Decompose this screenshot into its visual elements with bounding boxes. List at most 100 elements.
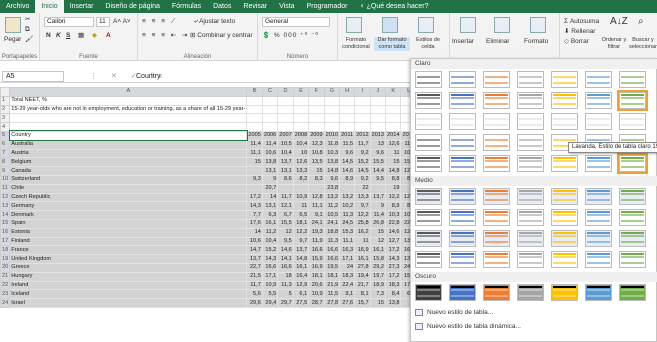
cell[interactable]: [354, 95, 371, 106]
ribbon-tab[interactable]: ♀ ¿Qué desea hacer?: [353, 0, 434, 13]
row-header[interactable]: 5: [0, 130, 11, 141]
cell[interactable]: [323, 104, 341, 115]
table-style-swatch[interactable]: [617, 90, 648, 111]
data-cell[interactable]: 8,3: [308, 174, 325, 185]
subtitle-cell[interactable]: 15-29 year-olds who are not in employmen…: [9, 104, 248, 115]
delete-cells-icon[interactable]: [494, 17, 510, 33]
data-cell[interactable]: 10,6: [261, 148, 279, 159]
table-style-swatch[interactable]: [517, 134, 544, 151]
table-style-swatch[interactable]: [449, 155, 476, 172]
header-cell[interactable]: 2012: [354, 130, 371, 141]
table-style-swatch[interactable]: [483, 230, 510, 247]
data-cell[interactable]: 19,4: [354, 271, 371, 282]
format-as-table-icon[interactable]: [382, 17, 398, 33]
column-header[interactable]: H: [339, 87, 356, 97]
data-cell[interactable]: 9: [261, 174, 279, 185]
table-style-swatch[interactable]: [619, 209, 646, 226]
row-header[interactable]: 14: [0, 210, 11, 220]
autosum-button[interactable]: Σ Autosuma: [564, 17, 599, 26]
ribbon-tab[interactable]: Datos: [207, 0, 237, 13]
data-cell[interactable]: 16,9: [308, 262, 325, 273]
data-cell[interactable]: 9,7: [354, 201, 371, 212]
table-style-swatch[interactable]: [483, 92, 510, 109]
row-header[interactable]: 7: [0, 148, 11, 159]
data-cell[interactable]: 15,8: [369, 254, 387, 264]
data-cell[interactable]: 16,3: [339, 245, 356, 256]
cell[interactable]: [246, 122, 263, 132]
header-cell[interactable]: 2009: [308, 130, 325, 141]
data-cell[interactable]: 26,8: [369, 218, 387, 229]
data-cell[interactable]: 16,6: [400, 245, 410, 256]
cell[interactable]: [339, 113, 356, 124]
data-cell[interactable]: 9: [369, 201, 387, 212]
copy-icon[interactable]: ⧉: [25, 25, 30, 34]
data-cell[interactable]: 29,7: [277, 298, 294, 308]
table-style-swatch[interactable]: [551, 155, 578, 172]
data-cell[interactable]: 9,2: [354, 148, 371, 159]
data-cell[interactable]: 25,8: [354, 218, 371, 229]
row-header[interactable]: 12: [0, 192, 11, 203]
cell[interactable]: [261, 95, 279, 106]
data-cell[interactable]: 16,2: [354, 227, 371, 238]
data-cell[interactable]: 24,1: [308, 218, 325, 229]
data-cell[interactable]: 11,3: [339, 210, 356, 220]
table-style-swatch[interactable]: [517, 92, 544, 109]
cell[interactable]: [339, 104, 356, 115]
cell[interactable]: [385, 122, 402, 132]
data-cell[interactable]: 16,1: [292, 262, 310, 273]
table-style-swatch[interactable]: [551, 113, 578, 130]
name-box[interactable]: A5: [2, 71, 64, 82]
data-cell[interactable]: 18,1: [308, 271, 325, 282]
data-cell[interactable]: France: [9, 245, 248, 256]
header-cell[interactable]: 2015: [400, 130, 410, 141]
data-cell[interactable]: 10,2: [339, 201, 356, 212]
data-cell[interactable]: 27,5: [292, 298, 310, 308]
cell[interactable]: [308, 95, 325, 106]
data-cell[interactable]: 14,6: [339, 166, 356, 176]
row-header[interactable]: 6: [0, 139, 11, 150]
data-cell[interactable]: 5,6: [246, 289, 263, 300]
data-cell[interactable]: 14: [246, 227, 263, 238]
table-style-swatch[interactable]: [619, 230, 646, 247]
sort-filter-icon[interactable]: A↓Z: [610, 17, 628, 27]
header-cell[interactable]: 2006: [261, 130, 279, 141]
insert-button[interactable]: Insertar: [452, 37, 474, 46]
data-cell[interactable]: [400, 298, 410, 308]
data-cell[interactable]: 18,8: [323, 227, 341, 238]
data-cell[interactable]: 6,5: [292, 210, 310, 220]
data-cell[interactable]: 9,1: [339, 289, 356, 300]
data-cell[interactable]: 14,4: [369, 166, 387, 176]
cell[interactable]: [400, 113, 410, 124]
data-cell[interactable]: 9,2: [354, 174, 371, 185]
column-header[interactable]: B: [246, 87, 263, 97]
data-cell[interactable]: Estonia: [9, 227, 248, 238]
table-style-swatch[interactable]: [415, 209, 442, 226]
table-style-swatch[interactable]: [449, 134, 476, 151]
data-cell[interactable]: 21,9: [323, 280, 341, 291]
cell[interactable]: [339, 95, 356, 106]
data-cell[interactable]: 19,7: [369, 271, 387, 282]
data-cell[interactable]: 29,4: [261, 298, 279, 308]
data-cell[interactable]: 21,5: [246, 271, 263, 282]
data-cell[interactable]: Switzerland: [9, 174, 248, 185]
cell[interactable]: [385, 113, 402, 124]
data-cell[interactable]: 10,3: [385, 210, 402, 220]
column-header[interactable]: L: [400, 87, 410, 97]
data-cell[interactable]: Hungary: [9, 271, 248, 282]
data-cell[interactable]: 9,6: [323, 174, 341, 185]
data-cell[interactable]: 12,6: [292, 157, 310, 168]
cell[interactable]: [385, 95, 402, 106]
ribbon-tab[interactable]: Programador: [301, 0, 354, 13]
data-cell[interactable]: Australia: [9, 139, 248, 150]
data-cell[interactable]: 17,6: [246, 218, 263, 229]
data-cell[interactable]: 13,1: [261, 201, 279, 212]
data-cell[interactable]: 11,5: [323, 289, 341, 300]
data-cell[interactable]: 8,9: [339, 174, 356, 185]
data-cell[interactable]: 22,7: [400, 218, 410, 229]
table-style-swatch[interactable]: [415, 188, 442, 205]
data-cell[interactable]: 14,5: [339, 157, 356, 168]
data-cell[interactable]: 11,3: [323, 236, 341, 247]
data-cell[interactable]: 11: [292, 201, 310, 212]
data-cell[interactable]: 16,6: [323, 245, 341, 256]
table-style-swatch[interactable]: [415, 251, 442, 268]
